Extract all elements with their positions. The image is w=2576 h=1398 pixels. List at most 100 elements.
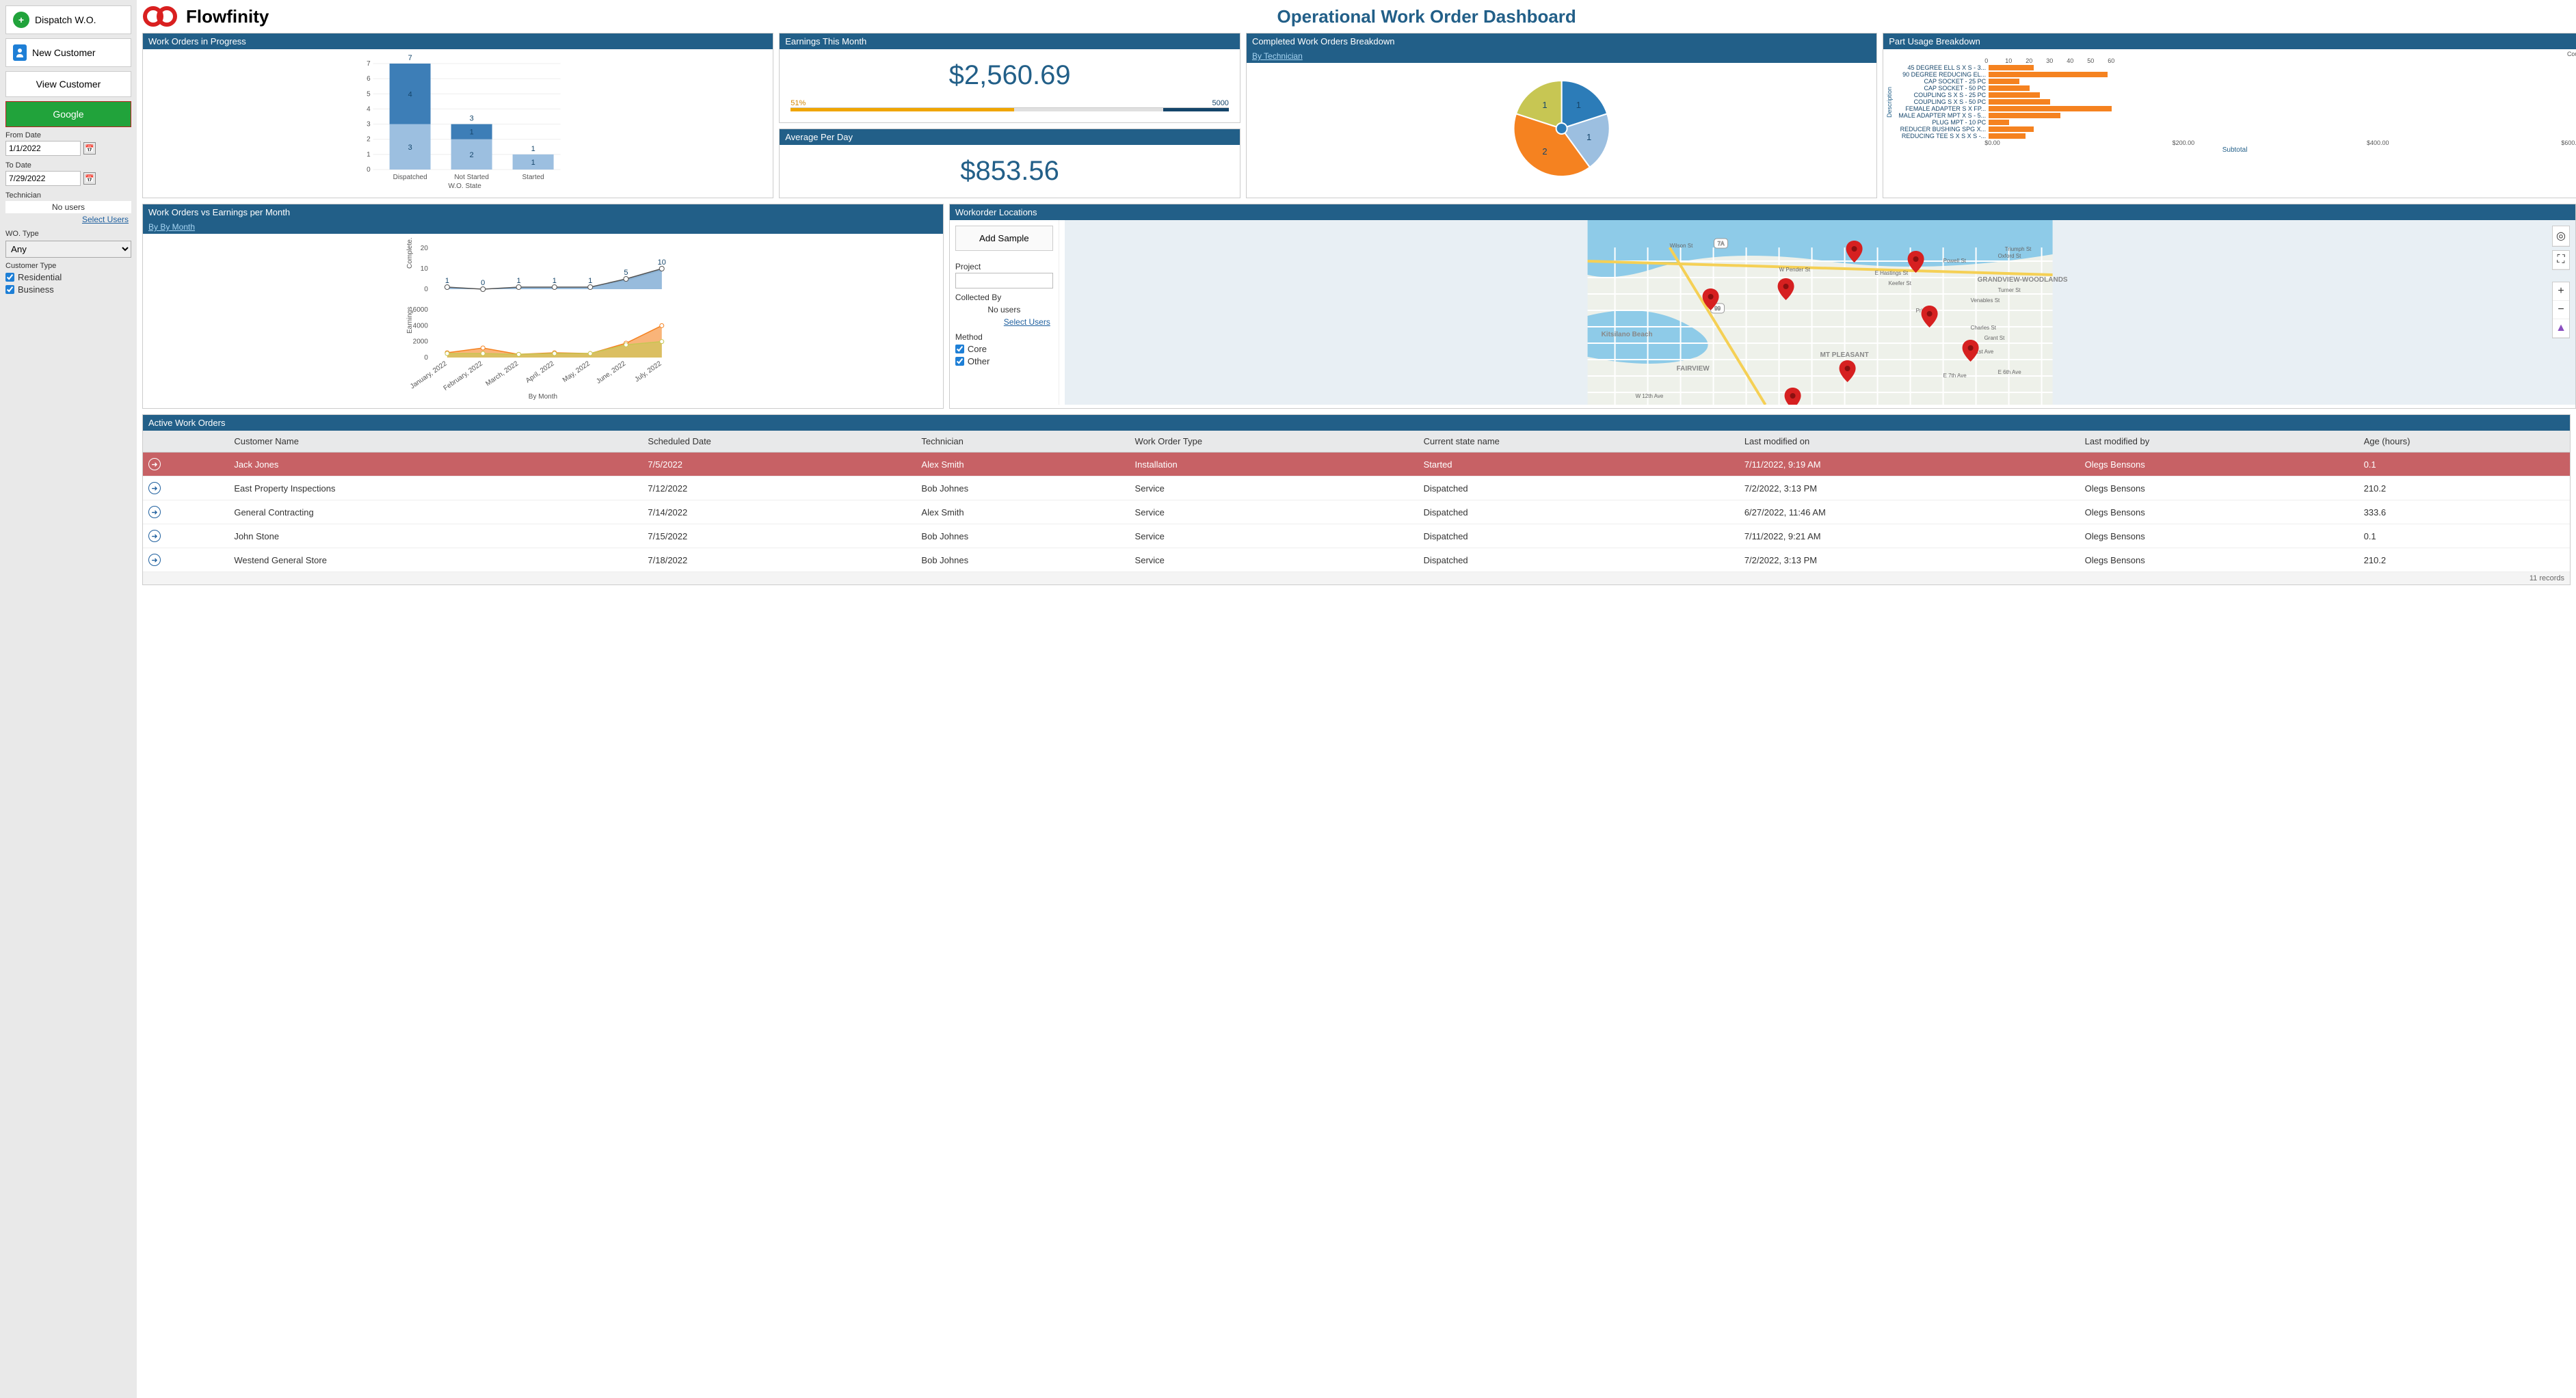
plus-icon: + [13, 12, 29, 28]
earnings-month-panel: Earnings This Month $2,560.69 51%5000 [779, 33, 1240, 123]
dispatch-wo-button[interactable]: + Dispatch W.O. [5, 5, 131, 34]
svg-text:Triumph St: Triumph St [2004, 246, 2032, 252]
calendar-icon[interactable]: 📅 [83, 172, 96, 185]
view-customer-button[interactable]: View Customer [5, 71, 131, 97]
wo-earnings-chart: 01020Complete...101115100200040006000Ear… [147, 238, 939, 402]
svg-text:1: 1 [470, 129, 474, 137]
table-row[interactable]: ➜ Westend General Store7/18/2022Bob John… [143, 548, 2570, 572]
svg-text:Kitsilano Beach: Kitsilano Beach [1601, 331, 1652, 338]
add-sample-button[interactable]: Add Sample [955, 226, 1053, 251]
svg-text:1: 1 [588, 277, 592, 285]
workorder-locations-panel: Workorder Locations Add Sample Project C… [949, 204, 2576, 409]
arrow-right-icon[interactable]: ➜ [148, 554, 161, 566]
zoom-in-button: + [2553, 282, 2569, 301]
table-row[interactable]: ➜ General Contracting7/14/2022Alex Smith… [143, 500, 2570, 524]
table-header[interactable]: Age (hours) [2359, 431, 2570, 453]
by-month-link[interactable]: By By Month [143, 220, 943, 234]
zoom-out-button: − [2553, 301, 2569, 319]
calendar-icon[interactable]: 📅 [83, 142, 96, 154]
person-icon [13, 44, 27, 61]
arrow-right-icon[interactable]: ➜ [148, 482, 161, 494]
svg-text:W 12th Ave: W 12th Ave [1635, 393, 1663, 399]
from-date-input[interactable] [5, 141, 81, 156]
svg-text:7A: 7A [1718, 241, 1725, 247]
svg-text:5: 5 [624, 269, 628, 277]
svg-text:0: 0 [481, 279, 485, 287]
table-header[interactable]: Scheduled Date [642, 431, 916, 453]
table-row[interactable]: ➜ John Stone7/15/2022Bob JohnesServiceDi… [143, 524, 2570, 548]
select-users-link[interactable]: Select Users [5, 213, 131, 226]
table-header[interactable]: Last modified by [2080, 431, 2359, 453]
map[interactable]: W Pender StE Hastings StPowell StOxford … [1065, 220, 2575, 405]
svg-text:May, 2022: May, 2022 [561, 360, 592, 384]
hbar-row: COUPLING S X S - 50 PC [1893, 98, 2576, 105]
table-header[interactable]: Technician [916, 431, 1129, 453]
svg-text:4: 4 [367, 105, 371, 113]
sidebar: + Dispatch W.O. New Customer View Custom… [0, 0, 137, 1398]
to-date-input[interactable] [5, 171, 81, 186]
svg-text:Grant St: Grant St [1984, 335, 2005, 341]
svg-text:Powell St: Powell St [1943, 258, 1966, 264]
svg-text:Dispatched: Dispatched [393, 174, 427, 181]
residential-checkbox[interactable]: Residential [5, 272, 131, 282]
core-checkbox[interactable]: Core [955, 344, 1053, 354]
table-header[interactable]: Current state name [1418, 431, 1739, 453]
hbar-row: 90 DEGREE REDUCING EL... [1893, 71, 2576, 78]
svg-text:1: 1 [1542, 100, 1547, 110]
table-row[interactable]: ➜ Jack Jones7/5/2022Alex SmithInstallati… [143, 453, 2570, 476]
by-technician-link[interactable]: By Technician [1247, 49, 1876, 63]
select-users-link[interactable]: Select Users [955, 316, 1053, 328]
svg-text:By Month: By Month [529, 393, 557, 401]
project-label: Project [955, 262, 1053, 271]
svg-text:Wilson St: Wilson St [1669, 243, 1693, 249]
svg-text:Started: Started [522, 174, 544, 181]
svg-text:2: 2 [367, 136, 371, 144]
new-customer-button[interactable]: New Customer [5, 38, 131, 67]
svg-text:1: 1 [1586, 132, 1591, 142]
svg-text:Keefer St: Keefer St [1888, 280, 1911, 286]
svg-text:10: 10 [658, 258, 666, 267]
svg-text:0: 0 [424, 354, 428, 362]
table-row[interactable]: ➜ East Property Inspections7/12/2022Bob … [143, 476, 2570, 500]
svg-text:3: 3 [408, 144, 412, 152]
customer-type-label: Customer Type [5, 262, 131, 270]
active-wo-panel: Active Work Orders Customer NameSchedule… [142, 414, 2571, 585]
technician-nousers: No users [5, 201, 131, 213]
wo-earnings-panel: Work Orders vs Earnings per Month By By … [142, 204, 944, 409]
business-checkbox[interactable]: Business [5, 284, 131, 295]
wotype-select[interactable]: Any [5, 241, 131, 258]
panel-title: Completed Work Orders Breakdown [1247, 33, 1876, 49]
map-zoom-controls[interactable]: +−▲ [2552, 282, 2570, 338]
panel-title: Earnings This Month [780, 33, 1240, 49]
map-fullscreen-button[interactable]: ⛶ [2552, 250, 2570, 270]
technician-label: Technician [5, 191, 131, 200]
map-pin-icon[interactable] [1784, 388, 1801, 405]
arrow-right-icon[interactable]: ➜ [148, 530, 161, 542]
map-locate-button[interactable]: ◎ [2552, 226, 2570, 247]
panel-title: Work Orders in Progress [143, 33, 773, 49]
svg-text:MT PLEASANT: MT PLEASANT [1820, 351, 1868, 359]
hbar-row: REDUCING TEE S X S X S -... [1893, 133, 2576, 139]
svg-text:June, 2022: June, 2022 [595, 360, 627, 386]
arrow-right-icon[interactable]: ➜ [148, 458, 161, 470]
to-date-label: To Date [5, 161, 131, 170]
svg-text:3: 3 [367, 121, 371, 129]
panel-title: Part Usage Breakdown [1883, 33, 2576, 49]
google-button[interactable]: Google [5, 101, 131, 127]
other-checkbox[interactable]: Other [955, 356, 1053, 366]
hbar-row: FEMALE ADAPTER S X FP... [1893, 105, 2576, 112]
table-header[interactable] [143, 431, 228, 453]
hbar-row: MALE ADAPTER MPT X S - 5... [1893, 112, 2576, 119]
earnings-progress [791, 107, 1229, 111]
project-input[interactable] [955, 273, 1053, 288]
north-button: ▲ [2553, 319, 2569, 338]
panel-title: Average Per Day [780, 129, 1240, 145]
wo-progress-panel: Work Orders in Progress Count 0123456734… [142, 33, 773, 198]
completed-breakdown-panel: Completed Work Orders Breakdown By Techn… [1246, 33, 1877, 198]
arrow-right-icon[interactable]: ➜ [148, 506, 161, 518]
table-header[interactable]: Last modified on [1739, 431, 2080, 453]
svg-text:6000: 6000 [413, 306, 429, 314]
table-header[interactable]: Customer Name [228, 431, 642, 453]
table-header[interactable]: Work Order Type [1130, 431, 1418, 453]
svg-text:10: 10 [421, 265, 429, 273]
